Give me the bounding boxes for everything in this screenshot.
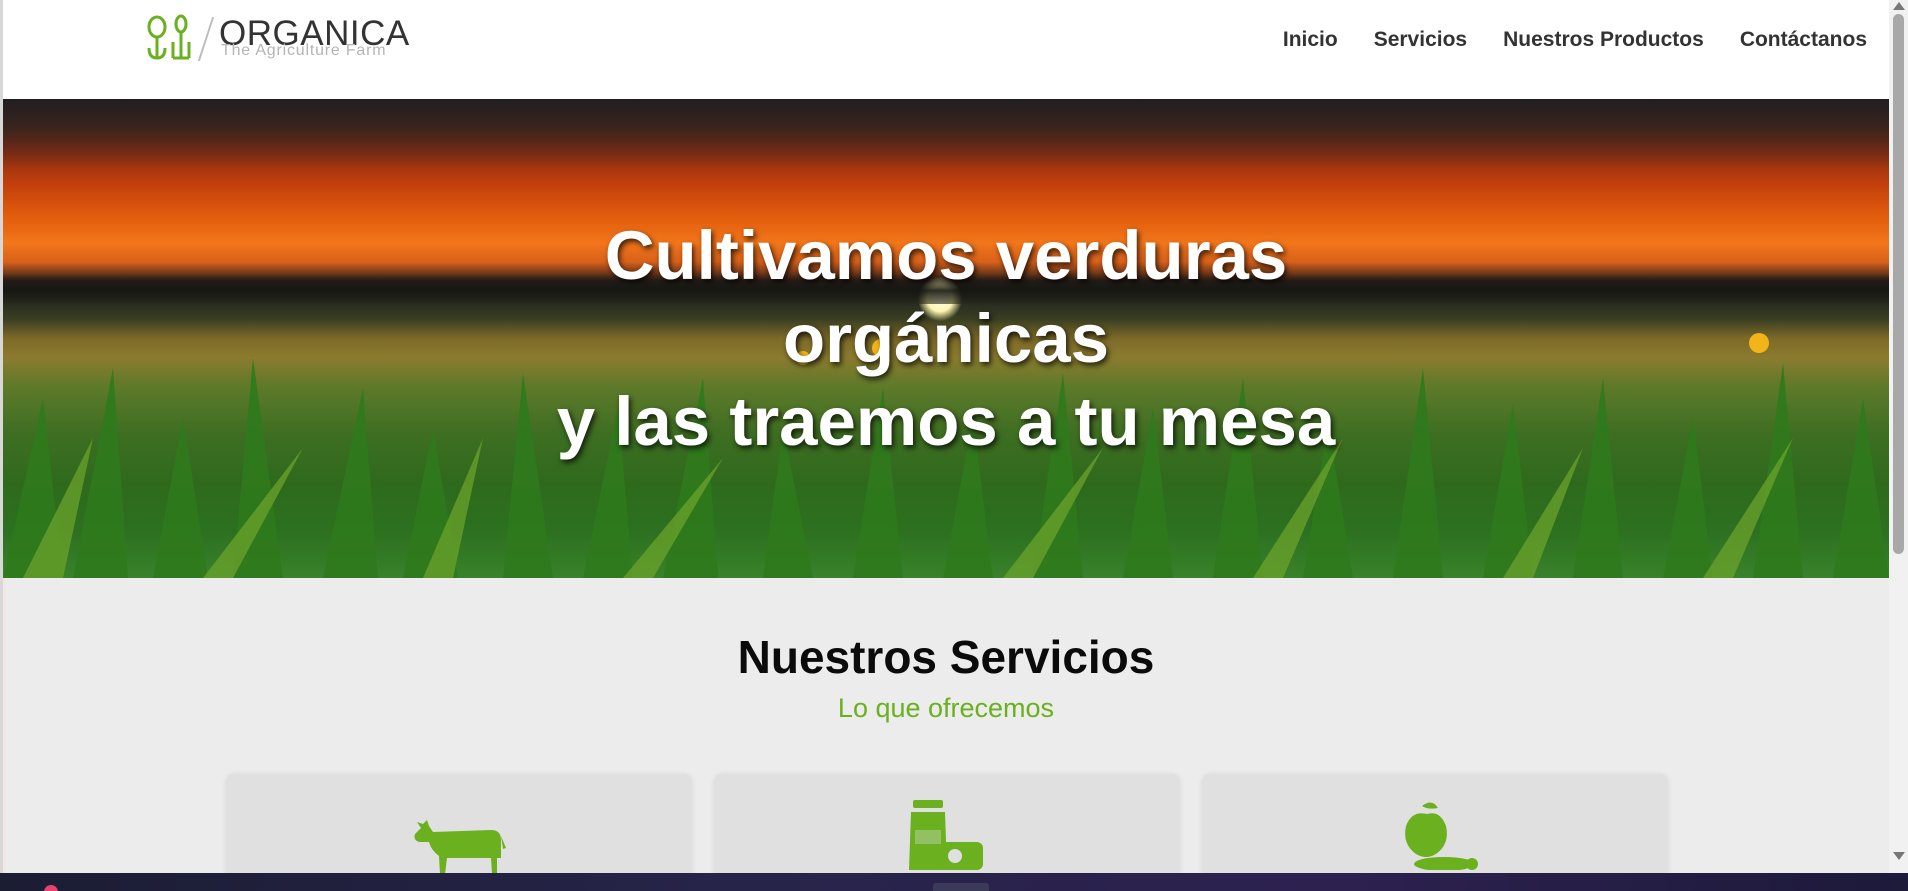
scroll-up-arrow-icon[interactable] [1893,2,1905,10]
taskbar-app-icon[interactable] [44,885,58,891]
site-header: ORGANICA The Agriculture Farm Inicio Ser… [3,0,1889,99]
os-taskbar [0,873,1908,891]
main-nav: Inicio Servicios Nuestros Productos Cont… [1283,28,1867,52]
hero-headline: Cultivamos verduras orgánicas y las trae… [3,214,1889,463]
nav-item-contacto[interactable]: Contáctanos [1740,28,1867,52]
logo-tagline: The Agriculture Farm [221,42,387,59]
farm-tools-logo-icon [147,14,191,60]
services-subtitle: Lo que ofrecemos [837,693,1055,723]
browser-viewport: ORGANICA The Agriculture Farm Inicio Ser… [3,0,1889,873]
hero-line-2: orgánicas [783,300,1109,377]
hero-clouds [3,99,1889,169]
service-card-livestock[interactable] [226,774,692,873]
dairy-products-icon [909,800,983,870]
site-logo[interactable]: ORGANICA The Agriculture Farm [145,12,409,64]
nav-item-inicio[interactable]: Inicio [1283,28,1338,52]
scroll-down-arrow-icon[interactable] [1893,852,1905,860]
service-card-produce[interactable] [1202,774,1668,873]
logo-divider [197,16,215,62]
fruit-vegetables-icon [1405,802,1478,870]
hero-line-3: y las traemos a tu mesa [556,383,1336,460]
services-section: Nuestros Servicios Lo que ofrecemos [3,578,1889,873]
scrollbar-thumb[interactable] [1893,14,1904,554]
service-card-dairy[interactable] [714,774,1180,873]
nav-item-servicios[interactable]: Servicios [1374,28,1467,52]
cow-icon [414,820,506,873]
hero-line-1: Cultivamos verduras [604,217,1288,294]
taskbar-active-window[interactable] [933,883,989,891]
nav-item-productos[interactable]: Nuestros Productos [1503,28,1704,52]
hero-banner: Cultivamos verduras orgánicas y las trae… [3,99,1889,578]
services-title: Nuestros Servicios [737,631,1155,683]
vertical-scrollbar[interactable] [1889,0,1908,873]
